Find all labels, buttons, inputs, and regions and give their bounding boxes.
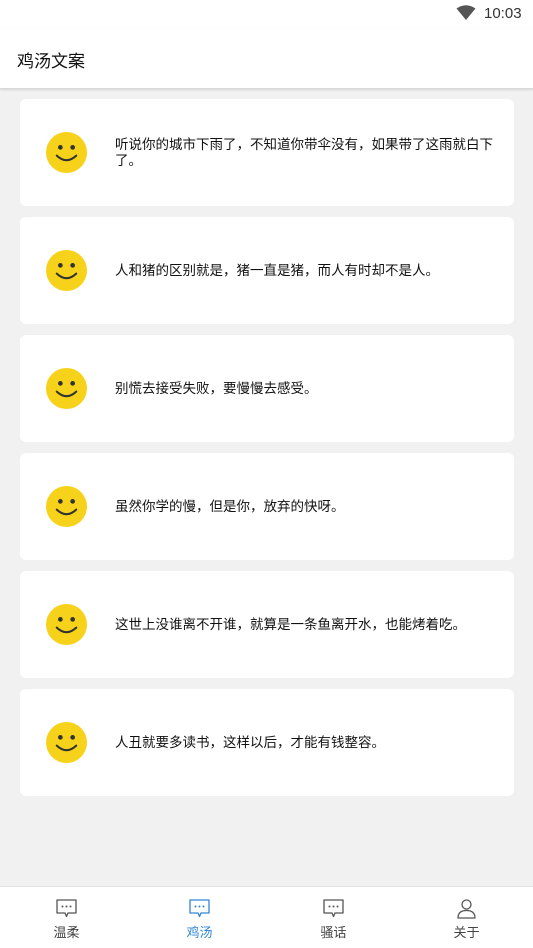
wifi-icon [456,5,476,20]
nav-tab-guanyu[interactable]: 关于 [400,887,533,948]
nav-label: 温柔 [53,926,80,941]
chat-bubble-icon [189,899,210,918]
smiley-icon [46,722,87,763]
nav-tab-wenrou[interactable]: 温柔 [0,887,133,948]
status-bar: 10:03 [0,0,533,28]
quote-text: 别慌去接受失败，要慢慢去感受。 [115,380,318,397]
nav-tab-jitang[interactable]: 鸡汤 [133,887,266,948]
quote-list: 听说你的城市下雨了，不知道你带伞没有，如果带了这雨就白下了。 人和猪的区别就是，… [20,99,514,807]
smiley-icon [46,486,87,527]
page-title: 鸡汤文案 [17,52,85,72]
chat-bubble-icon [323,899,344,918]
quote-text: 这世上没谁离不开谁，就算是一条鱼离开水，也能烤着吃。 [115,616,466,633]
nav-label: 关于 [453,926,480,941]
smiley-icon [46,368,87,409]
chat-bubble-icon [56,899,77,918]
quote-card[interactable]: 人丑就要多读书，这样以后，才能有钱整容。 [20,689,514,796]
app-bar: 鸡汤文案 [0,28,533,89]
quote-card[interactable]: 人和猪的区别就是，猪一直是猪，而人有时却不是人。 [20,217,514,324]
smiley-icon [46,604,87,645]
smiley-icon [46,132,87,173]
nav-label: 骚话 [320,926,347,941]
quote-card[interactable]: 别慌去接受失败，要慢慢去感受。 [20,335,514,442]
quote-text: 人和猪的区别就是，猪一直是猪，而人有时却不是人。 [115,262,439,279]
quote-text: 人丑就要多读书，这样以后，才能有钱整容。 [115,734,385,751]
quote-card[interactable]: 听说你的城市下雨了，不知道你带伞没有，如果带了这雨就白下了。 [20,99,514,206]
nav-label: 鸡汤 [186,926,213,941]
quote-card[interactable]: 这世上没谁离不开谁，就算是一条鱼离开水，也能烤着吃。 [20,571,514,678]
quote-card[interactable]: 虽然你学的慢，但是你，放弃的快呀。 [20,453,514,560]
quote-text: 听说你的城市下雨了，不知道你带伞没有，如果带了这雨就白下了。 [115,136,493,169]
status-time: 10:03 [484,5,522,22]
quote-text: 虽然你学的慢，但是你，放弃的快呀。 [115,498,345,515]
bottom-nav: 温柔 鸡汤 骚话 关于 [0,886,533,948]
person-icon [457,899,476,919]
smiley-icon [46,250,87,291]
nav-tab-saohua[interactable]: 骚话 [267,887,400,948]
